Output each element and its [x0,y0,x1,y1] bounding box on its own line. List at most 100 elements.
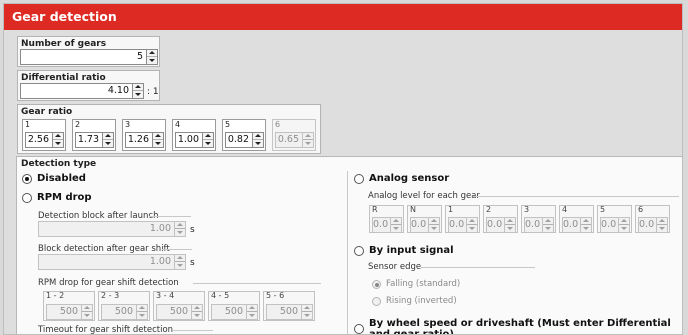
radio-icon[interactable] [354,324,364,334]
gear-ratio-input[interactable]: 2.56 [25,132,64,148]
spin-up-icon [302,305,312,312]
gear-ratio-value: 1.73 [77,134,99,145]
input-signal-radio[interactable]: By input signal [354,245,454,256]
spin-down-icon [467,225,477,232]
analog-level-value: 0.0 [601,219,617,230]
spin-down-icon [302,312,312,319]
gear-ratio-spinner[interactable] [202,133,213,147]
gear-ratio-spinner[interactable] [102,133,113,147]
analog-level-cell-4: 4 0.0 [559,205,594,233]
divider [193,283,321,284]
rpm-drop-input: 500 [211,304,258,320]
wheel-speed-radio[interactable]: By wheel speed or driveshaft (Must enter… [354,318,682,335]
rpm-drop-cell-3-4: 3 - 4 500 [153,291,205,321]
disabled-radio-label: Disabled [37,173,86,184]
spinner [580,218,591,232]
rpm-drop-cell-label: 5 - 6 [266,291,285,300]
spin-down-icon[interactable] [203,140,213,147]
radio-selected-icon[interactable] [22,173,32,184]
differential-ratio-spinner[interactable] [132,84,143,98]
analog-level-cell-n: N 0.0 [407,205,442,233]
gear-ratio-cell-1: 1 2.56 [22,119,66,151]
spin-down-icon[interactable] [153,140,163,147]
rpm-drop-value: 500 [224,306,243,317]
gear-ratio-input[interactable]: 1.73 [75,132,114,148]
gear-ratio-cell-6: 6 0.65 [272,119,316,151]
number-of-gears-label: Number of gears [21,39,107,49]
gear-ratio-input: 0.65 [275,132,314,148]
spin-up-icon[interactable] [133,84,143,91]
gear-ratio-input[interactable]: 1.00 [175,132,214,148]
analog-level-value: 0.0 [373,219,389,230]
spin-down-icon [619,225,629,232]
gear-ratio-spinner[interactable] [152,133,163,147]
analog-sensor-radio[interactable]: Analog sensor [354,173,449,184]
rpm-drop-cell-label: 4 - 5 [211,291,230,300]
wheel-speed-radio-label: By wheel speed or driveshaft (Must enter… [369,318,671,335]
spin-down-icon[interactable] [103,140,113,147]
disabled-radio[interactable]: Disabled [22,173,86,184]
analog-level-cell-label: 2 [486,205,492,214]
spin-up-icon [391,218,401,225]
spinner [191,305,202,319]
analog-level-input: 0.0 [600,217,630,233]
spin-up-icon[interactable] [103,133,113,140]
detection-block-after-launch-stepper: 1.00 [38,221,186,237]
spinner [174,255,185,269]
spin-up-icon [137,305,147,312]
spinner [174,222,185,236]
spin-down-icon [543,225,553,232]
spinner [81,305,92,319]
spin-down-icon[interactable] [253,140,263,147]
falling-edge-label: Falling (standard) [386,279,461,289]
gear-ratio-spinner[interactable] [252,133,263,147]
number-of-gears-stepper[interactable]: 5 [20,49,158,65]
rpm-drop-radio[interactable]: RPM drop [22,192,92,203]
spin-down-icon[interactable] [133,91,143,98]
gear-ratio-input[interactable]: 1.26 [125,132,164,148]
rpm-drop-input: 500 [266,304,313,320]
spin-up-icon[interactable] [203,133,213,140]
spin-down-icon[interactable] [53,140,63,147]
analog-level-input: 0.0 [524,217,554,233]
spin-up-icon[interactable] [53,133,63,140]
gear-ratio-cell-label: 2 [75,120,81,129]
radio-icon[interactable] [354,245,364,256]
spin-down-icon[interactable] [147,57,157,64]
spin-up-icon [175,222,185,229]
spin-down-icon [657,225,667,232]
analog-level-cell-6: 6 0.0 [635,205,670,233]
gear-ratio-value: 1.26 [127,134,149,145]
gear-ratio-cell-label: 4 [175,120,181,129]
spin-up-icon[interactable] [153,133,163,140]
radio-icon[interactable] [22,192,32,203]
spin-up-icon[interactable] [147,50,157,57]
number-of-gears-value: 5 [136,51,143,62]
number-of-gears-group: Number of gears 5 [17,36,160,67]
radio-selected-icon [372,279,381,289]
gear-ratio-group: Gear ratio 1 2.56 2 1.73 3 1.26 4 1.00 5… [17,104,321,154]
rising-edge-radio: Rising (inverted) [372,296,457,306]
rising-edge-label: Rising (inverted) [386,296,457,306]
gear-ratio-spinner[interactable] [52,133,63,147]
divider [149,216,191,217]
rpm-drop-value: 500 [169,306,188,317]
number-of-gears-spinner[interactable] [146,50,157,64]
gear-ratio-input[interactable]: 0.82 [225,132,264,148]
analog-level-cell-label: 4 [562,205,568,214]
divider [421,267,535,268]
analog-level-cell-label: 5 [600,205,606,214]
spin-down-icon [303,140,313,147]
spin-down-icon [429,225,439,232]
spin-up-icon [543,218,553,225]
seconds-unit-label: s [190,258,195,268]
gear-ratio-cell-label: 6 [275,120,281,129]
radio-icon[interactable] [354,173,364,184]
detection-block-after-launch-value: 1.00 [149,223,171,234]
rpm-drop-input: 500 [46,304,93,320]
differential-ratio-stepper[interactable]: 4.10 [20,83,144,99]
analog-level-cell-label: N [410,205,416,214]
analog-level-value: 0.0 [639,219,655,230]
spin-up-icon[interactable] [253,133,263,140]
block-after-gear-shift-stepper: 1.00 [38,254,186,270]
